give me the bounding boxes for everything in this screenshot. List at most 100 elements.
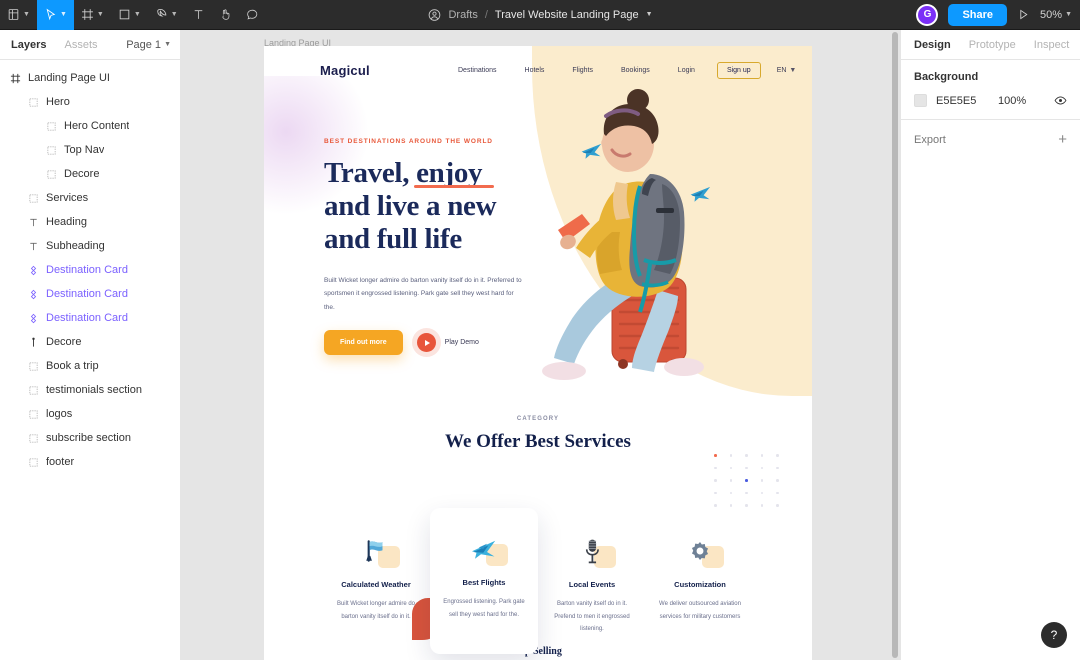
background-color-swatch[interactable] — [914, 94, 927, 107]
figma-menu-icon[interactable]: ▼ — [0, 0, 37, 30]
tab-assets[interactable]: Assets — [64, 39, 97, 51]
page-selector[interactable]: Page 1 ▼ — [126, 39, 171, 51]
move-tool-icon[interactable]: ▼ — [36, 0, 74, 30]
layer-row[interactable]: Destination Card — [0, 258, 180, 282]
layer-row[interactable]: Decore — [0, 162, 180, 186]
layer-label: Destination Card — [46, 264, 128, 276]
text-icon — [28, 241, 39, 252]
layer-label: Hero — [46, 96, 70, 108]
tab-design[interactable]: Design — [914, 39, 951, 51]
group-icon — [46, 145, 57, 156]
chevron-down-icon[interactable]: ▼ — [646, 11, 653, 18]
hero-title-line2: and live a new — [324, 190, 497, 223]
service-card-description: We deliver outsourced aviation services … — [659, 601, 741, 620]
gear-icon — [654, 532, 746, 570]
site-nav-link[interactable]: Login — [664, 67, 709, 74]
layers-panel-tabs: Layers Assets Page 1 ▼ — [0, 30, 180, 60]
layer-row[interactable]: subscribe section — [0, 426, 180, 450]
layer-label: Destination Card — [46, 288, 128, 300]
layer-row[interactable]: Book a trip — [0, 354, 180, 378]
site-nav-link[interactable]: Destinations — [444, 67, 511, 74]
layer-label: Hero Content — [64, 120, 130, 132]
hero-title-line1-a: Travel, — [324, 157, 417, 189]
share-button[interactable]: Share — [948, 3, 1008, 26]
layer-row[interactable]: Destination Card — [0, 306, 180, 330]
page-selector-label: Page 1 — [126, 38, 162, 51]
comment-tool-icon[interactable] — [239, 0, 266, 30]
layer-row[interactable]: Subheading — [0, 234, 180, 258]
airplane-icon — [438, 530, 530, 568]
component-icon — [28, 265, 39, 276]
site-logo[interactable]: Magicul — [320, 63, 370, 78]
background-opacity-value[interactable]: 100% — [998, 95, 1026, 107]
account-avatar-icon[interactable] — [427, 8, 441, 22]
hand-tool-icon[interactable] — [212, 0, 239, 30]
avatar[interactable]: G — [916, 3, 939, 26]
layer-label: Top Nav — [64, 144, 105, 156]
chevron-down-icon: ▼ — [59, 11, 67, 18]
frame-tool-icon[interactable]: ▼ — [74, 0, 111, 30]
zoom-level: 50% — [1040, 8, 1063, 21]
layer-label: subscribe section — [46, 432, 131, 444]
breadcrumb-drafts[interactable]: Drafts — [448, 9, 477, 21]
layer-row[interactable]: Decore — [0, 330, 180, 354]
breadcrumb: Drafts / Travel Website Landing Page ▼ — [427, 8, 653, 22]
site-nav-link[interactable]: Bookings — [607, 67, 664, 74]
text-tool-icon[interactable] — [185, 0, 212, 30]
layer-row[interactable]: Destination Card — [0, 282, 180, 306]
landing-page-frame[interactable]: Magicul Destinations Hotels Flights Booking… — [264, 46, 812, 660]
hero-cta-row: Find out more Play Demo — [324, 330, 554, 356]
text-icon — [28, 217, 39, 228]
layer-row[interactable]: Hero — [0, 90, 180, 114]
tab-prototype[interactable]: Prototype — [969, 39, 1016, 51]
layer-label: Destination Card — [46, 312, 128, 324]
layer-row[interactable]: Hero Content — [0, 114, 180, 138]
background-fill-row: E5E5E5 100% — [914, 94, 1067, 107]
layer-row[interactable]: Top Nav — [0, 138, 180, 162]
sign-up-button[interactable]: Sign up — [716, 61, 761, 79]
present-play-icon[interactable] — [1017, 8, 1030, 21]
layers-panel: Layers Assets Page 1 ▼ Landing Page UI He… — [0, 30, 181, 660]
tab-layers[interactable]: Layers — [11, 39, 46, 51]
layer-row[interactable]: Services — [0, 186, 180, 210]
hero-title-line3: and full life — [324, 223, 462, 256]
group-icon — [28, 361, 39, 372]
canvas-vertical-scrollbar[interactable] — [892, 32, 898, 658]
layer-label: Subheading — [46, 240, 105, 252]
find-out-more-button[interactable]: Find out more — [324, 330, 403, 356]
file-name[interactable]: Travel Website Landing Page — [495, 9, 639, 21]
layer-row[interactable]: Landing Page UI — [0, 66, 180, 90]
language-selector[interactable]: EN ▼ — [777, 67, 797, 74]
layer-row[interactable]: Heading — [0, 210, 180, 234]
service-card[interactable]: Customization We deliver outsourced aviat… — [646, 516, 754, 654]
tab-inspect[interactable]: Inspect — [1034, 39, 1069, 51]
services-category: CATEGORY — [516, 416, 560, 422]
help-button[interactable]: ? — [1041, 622, 1067, 648]
weather-flag-icon — [330, 532, 422, 570]
site-nav-link[interactable]: Hotels — [511, 67, 559, 74]
play-demo-button[interactable]: Play Demo — [416, 333, 479, 353]
zoom-control[interactable]: 50% ▼ — [1040, 9, 1072, 21]
layer-row[interactable]: testimonials section — [0, 378, 180, 402]
pen-tool-icon[interactable]: ▼ — [148, 0, 185, 30]
shape-tool-icon[interactable]: ▼ — [111, 0, 148, 30]
visibility-eye-icon[interactable] — [1054, 94, 1067, 107]
top-toolbar: ▼ ▼ ▼ ▼ ▼ Drafts / Travel Website Landin… — [0, 0, 1080, 30]
layer-row[interactable]: logos — [0, 402, 180, 426]
language-label: EN — [776, 66, 787, 74]
top-selling-heading: Top Selling — [514, 646, 562, 657]
service-card[interactable]: Local Events Barton vanity itself do in i… — [538, 516, 646, 654]
hero-paragraph: Built Wicket longer admire do barton van… — [324, 277, 522, 311]
site-nav-link[interactable]: Flights — [558, 67, 607, 74]
add-export-button[interactable]: + — [1058, 132, 1067, 147]
design-canvas[interactable]: Landing Page UI Magicul Destinations Hote… — [181, 30, 900, 660]
group-icon — [28, 97, 39, 108]
service-card[interactable]: Best Flights Engrossed listening. Park ga… — [430, 508, 538, 654]
export-title: Export — [914, 133, 946, 146]
service-card-description: Barton vanity itself do in it. Prefend t… — [554, 601, 630, 633]
layer-label: Book a trip — [46, 360, 99, 372]
microphone-icon — [546, 532, 638, 570]
background-hex-value[interactable]: E5E5E5 — [936, 95, 998, 107]
layer-label: Services — [46, 192, 89, 204]
layer-row[interactable]: footer — [0, 450, 180, 474]
